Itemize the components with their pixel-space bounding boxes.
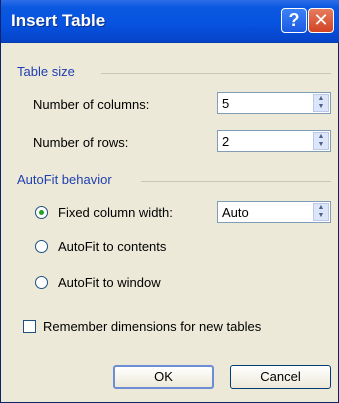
help-button[interactable]: ? [281,8,307,33]
autofit-group-label: AutoFit behavior [17,172,112,187]
rows-value: 2 [222,134,230,149]
dialog-title: Insert Table [11,11,106,30]
table-size-divider [101,73,331,74]
fixed-column-width-label[interactable]: Fixed column width: [58,205,173,220]
spin-down-icon[interactable]: ▼ [314,212,328,220]
spin-up-icon[interactable]: ▲ [314,133,328,141]
spin-down-icon[interactable]: ▼ [314,103,328,111]
cancel-button[interactable]: Cancel [230,365,331,389]
title-bar: Insert Table ? ✕ [1,0,339,43]
spin-up-icon[interactable]: ▲ [314,95,328,103]
remember-dimensions-checkbox[interactable] [23,320,36,333]
fixed-width-spinner[interactable]: ▲ ▼ [313,203,329,221]
rows-spinbox[interactable]: 2 ▲ ▼ [217,130,331,152]
fixed-width-value: Auto [222,205,249,220]
remember-dimensions-label[interactable]: Remember dimensions for new tables [43,319,261,334]
columns-spinbox[interactable]: 5 ▲ ▼ [217,92,331,114]
autofit-window-label[interactable]: AutoFit to window [58,275,161,290]
ok-button[interactable]: OK [113,365,214,389]
columns-label: Number of columns: [33,97,150,112]
autofit-divider [141,181,331,182]
columns-value: 5 [222,96,230,111]
autofit-contents-radio[interactable] [35,240,48,253]
table-size-group-label: Table size [17,64,75,79]
fixed-column-width-radio[interactable] [35,206,48,219]
spin-down-icon[interactable]: ▼ [314,141,328,149]
close-button[interactable]: ✕ [308,8,334,33]
autofit-contents-label[interactable]: AutoFit to contents [58,239,166,254]
fixed-width-spinbox[interactable]: Auto ▲ ▼ [217,201,331,223]
rows-label: Number of rows: [33,135,129,150]
insert-table-dialog: Insert Table ? ✕ Table size Number of co… [0,0,339,403]
spin-up-icon[interactable]: ▲ [314,204,328,212]
rows-spinner[interactable]: ▲ ▼ [313,132,329,150]
columns-spinner[interactable]: ▲ ▼ [313,94,329,112]
autofit-window-radio[interactable] [35,276,48,289]
